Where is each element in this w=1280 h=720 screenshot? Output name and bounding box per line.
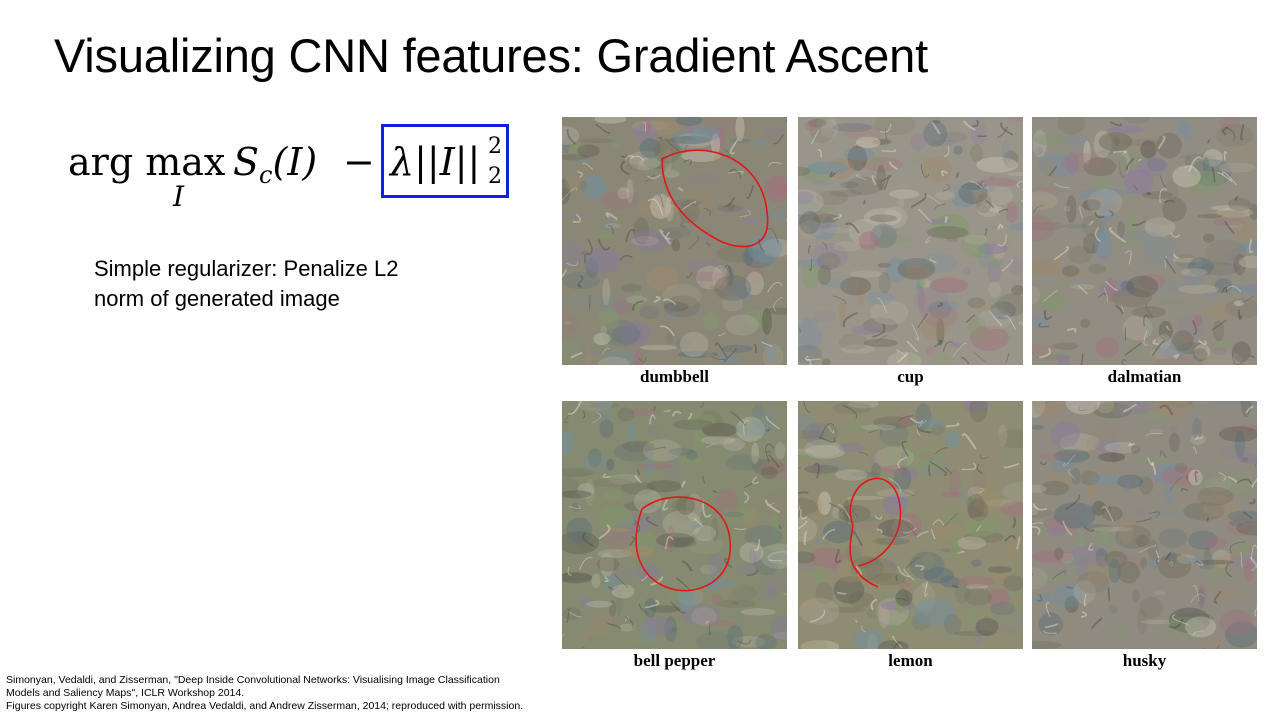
formula-operator-subscript: I xyxy=(173,180,185,213)
regularizer-note: Simple regularizer: Penalize L2 norm of … xyxy=(94,254,514,314)
image-caption: dumbbell xyxy=(640,367,709,386)
formula-regularizer-superscript: 2 xyxy=(488,134,502,159)
class-visualization-image xyxy=(1032,117,1257,365)
note-line: norm of generated image xyxy=(94,286,340,311)
class-visualization-image xyxy=(798,117,1023,365)
class-visualization-image xyxy=(798,401,1023,649)
noise-texture xyxy=(1032,117,1257,365)
class-visualization-image xyxy=(562,117,787,365)
class-visualization-image xyxy=(562,401,787,649)
class-visualization-image xyxy=(1032,401,1257,649)
note-line: Simple regularizer: Penalize L2 xyxy=(94,256,399,281)
formula-minus: − xyxy=(343,140,375,184)
citation-line: Figures copyright Karen Simonyan, Andrea… xyxy=(6,700,524,712)
image-caption: lemon xyxy=(888,651,933,670)
formula-regularizer-term: λ||I|| xyxy=(390,140,481,184)
formula-regularizer: λ||I|| 2 2 xyxy=(390,134,502,189)
citation: Simonyan, Vedaldi, and Zisserman, "Deep … xyxy=(6,674,523,713)
noise-texture xyxy=(798,401,1023,649)
noise-texture xyxy=(562,401,787,649)
slide: Visualizing CNN features: Gradient Ascen… xyxy=(0,0,1280,720)
formula-score-argument: (I) xyxy=(272,140,318,184)
slide-title: Visualizing CNN features: Gradient Ascen… xyxy=(54,29,928,82)
citation-line: Simonyan, Vedaldi, and Zisserman, "Deep … xyxy=(6,674,500,686)
citation-line: Models and Saliency Maps", ICLR Workshop… xyxy=(6,687,245,699)
image-caption: bell pepper xyxy=(633,651,716,670)
formula-regularizer-subscript: 2 xyxy=(488,164,502,189)
image-caption: cup xyxy=(897,367,924,386)
formula-score-subscript: c xyxy=(259,161,273,189)
image-caption: dalmatian xyxy=(1107,367,1182,386)
formula-score-symbol: S xyxy=(233,140,260,184)
formula-score: Sc(I) xyxy=(233,140,317,189)
image-caption: husky xyxy=(1122,651,1167,670)
formula-operator: arg max xyxy=(68,140,226,184)
noise-texture xyxy=(798,117,1023,365)
noise-texture xyxy=(1032,401,1257,649)
noise-texture xyxy=(562,117,787,365)
